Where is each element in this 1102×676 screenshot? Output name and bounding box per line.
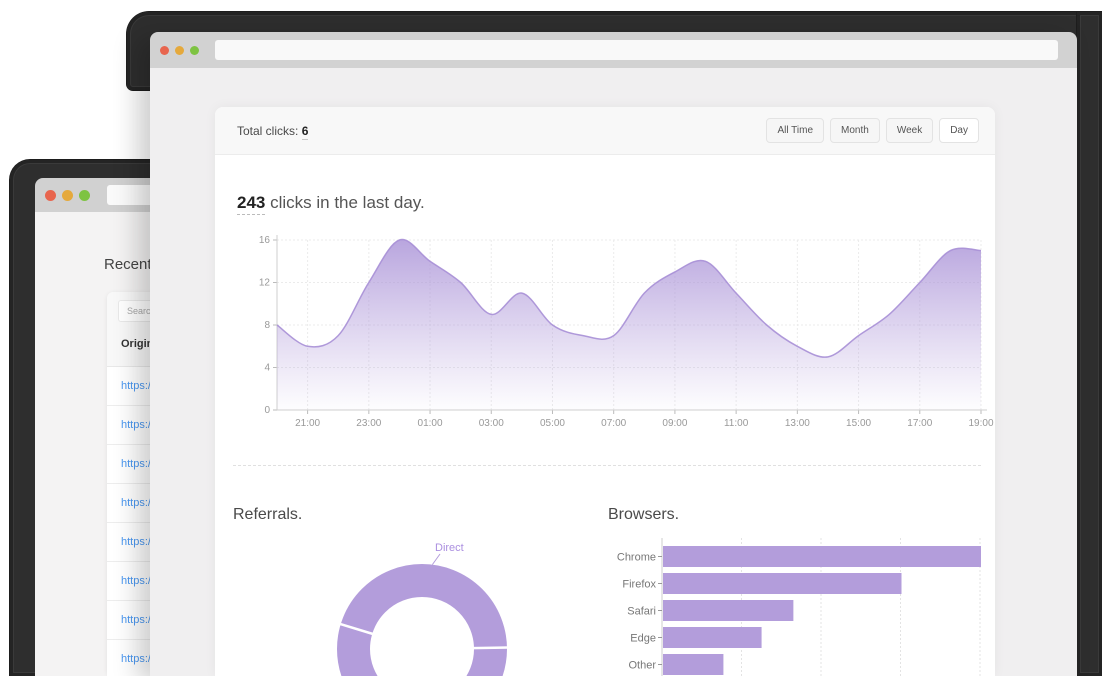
back-window-controls	[45, 190, 90, 201]
url-link[interactable]: https://	[107, 575, 154, 587]
url-link[interactable]: https://	[107, 380, 154, 392]
svg-text:01:00: 01:00	[418, 418, 443, 429]
address-bar[interactable]	[215, 40, 1058, 60]
referrals-donut-chart: Direct	[317, 535, 537, 676]
url-link[interactable]: https://	[107, 497, 154, 509]
referrals-title: Referrals.	[233, 506, 302, 524]
total-clicks-value: 6	[302, 124, 309, 140]
close-window-icon[interactable]	[160, 46, 169, 55]
browsers-title: Browsers.	[608, 506, 679, 524]
svg-text:12: 12	[259, 278, 271, 289]
svg-text:15:00: 15:00	[846, 418, 871, 429]
time-filter-group: All TimeMonthWeekDay	[766, 118, 979, 143]
svg-text:Edge: Edge	[630, 633, 656, 645]
svg-text:4: 4	[264, 363, 270, 374]
total-clicks-label: Total clicks:	[237, 124, 302, 138]
section-divider	[233, 465, 981, 466]
svg-text:Other: Other	[628, 660, 656, 672]
minimize-window-icon[interactable]	[62, 190, 73, 201]
filter-button-all-time[interactable]: All Time	[766, 118, 824, 143]
svg-text:0: 0	[264, 405, 270, 416]
main-window: Total clicks: 6 All TimeMonthWeekDay 243…	[150, 32, 1077, 676]
svg-text:16: 16	[259, 235, 271, 246]
analytics-card: Total clicks: 6 All TimeMonthWeekDay 243…	[215, 107, 995, 676]
svg-text:21:00: 21:00	[295, 418, 320, 429]
svg-text:13:00: 13:00	[785, 418, 810, 429]
maximize-window-icon[interactable]	[190, 46, 199, 55]
headline-count: 243	[237, 193, 265, 215]
svg-text:09:00: 09:00	[662, 418, 687, 429]
recent-links-title: Recent	[104, 256, 152, 273]
url-link[interactable]: https://	[107, 536, 154, 548]
filter-button-day[interactable]: Day	[939, 118, 979, 143]
filter-button-week[interactable]: Week	[886, 118, 933, 143]
close-window-icon[interactable]	[45, 190, 56, 201]
main-window-controls	[160, 46, 199, 55]
svg-text:03:00: 03:00	[479, 418, 504, 429]
svg-text:05:00: 05:00	[540, 418, 565, 429]
dashboard-page: Total clicks: 6 All TimeMonthWeekDay 243…	[150, 68, 1077, 676]
total-clicks: Total clicks: 6	[237, 124, 308, 138]
svg-text:07:00: 07:00	[601, 418, 626, 429]
main-window-frame-right	[1077, 12, 1102, 676]
url-link[interactable]: https://	[107, 419, 154, 431]
svg-text:11:00: 11:00	[724, 418, 749, 429]
browsers-bar-chart: Chrome Firefox Safari Edge Other	[595, 532, 995, 676]
clicks-area-chart: 0 4 8 12 16 21:00 23:00 01:00 03:00 05:00 07:00 09:…	[215, 220, 995, 440]
card-header: Total clicks: 6 All TimeMonthWeekDay	[215, 107, 995, 155]
headline-text: clicks in the last day.	[265, 193, 424, 212]
svg-text:19:00: 19:00	[968, 418, 993, 429]
svg-text:Direct: Direct	[435, 542, 464, 554]
svg-text:23:00: 23:00	[356, 418, 381, 429]
svg-text:17:00: 17:00	[907, 418, 932, 429]
svg-text:Chrome: Chrome	[617, 552, 656, 564]
url-link[interactable]: https://	[107, 614, 154, 626]
filter-button-month[interactable]: Month	[830, 118, 880, 143]
svg-text:8: 8	[264, 320, 270, 331]
svg-text:Safari: Safari	[627, 606, 656, 618]
main-window-toolbar	[150, 32, 1077, 68]
maximize-window-icon[interactable]	[79, 190, 90, 201]
url-link[interactable]: https://	[107, 653, 154, 665]
minimize-window-icon[interactable]	[175, 46, 184, 55]
url-link[interactable]: https://	[107, 458, 154, 470]
headline: 243 clicks in the last day.	[237, 193, 425, 213]
svg-text:Firefox: Firefox	[622, 579, 656, 591]
